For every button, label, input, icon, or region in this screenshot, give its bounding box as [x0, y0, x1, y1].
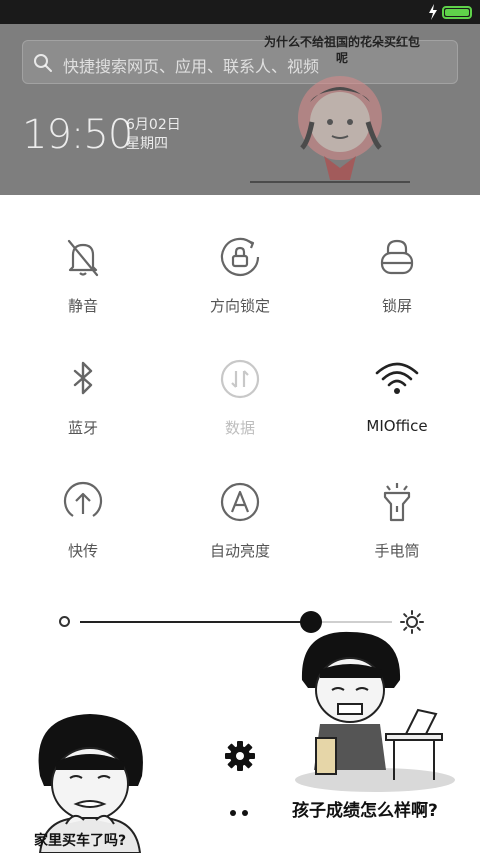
battery-icon — [442, 6, 472, 19]
bluetooth-icon — [73, 361, 93, 395]
lock-clock: 19:50 — [22, 112, 133, 158]
wifi-icon — [375, 362, 419, 394]
status-bar — [0, 0, 480, 24]
bell-off-icon — [67, 239, 99, 277]
meme-top-caption: 为什么不给祖国的花朵买红包呢 — [263, 35, 420, 65]
brightness-track[interactable] — [80, 611, 392, 633]
toggle-rotation-lock[interactable]: 方向锁定 — [180, 235, 300, 325]
page-dot[interactable] — [242, 810, 248, 816]
toggle-lock-screen[interactable]: 锁屏 — [337, 235, 457, 325]
lock-icon — [380, 239, 414, 275]
toggle-wifi-label: MIOffice — [366, 417, 428, 435]
meme-right-caption: 孩子成绩怎么样啊? — [292, 801, 438, 821]
lock-date: 6月02日 星期四 — [126, 116, 181, 154]
toggle-lock-screen-label: 锁屏 — [381, 297, 412, 315]
flashlight-icon — [383, 483, 411, 522]
search-icon — [34, 54, 52, 72]
brightness-track-fill — [80, 621, 311, 623]
toggle-mobile-data-label: 数据 — [224, 419, 255, 437]
bolt-icon — [429, 4, 437, 20]
page-indicator — [230, 810, 252, 818]
toggle-quick-transfer-label: 快传 — [67, 542, 98, 560]
toggle-auto-brightness[interactable]: 自动亮度 — [180, 480, 300, 570]
gear-icon[interactable] — [224, 740, 256, 772]
toggle-bluetooth-label: 蓝牙 — [67, 419, 98, 437]
meme-sticker-right — [295, 631, 455, 792]
rotation-lock-icon — [220, 237, 260, 277]
toggle-bluetooth[interactable]: 蓝牙 — [23, 357, 143, 447]
auto-brightness-icon — [220, 482, 260, 522]
toggle-quick-transfer[interactable]: 快传 — [23, 480, 143, 570]
quick-transfer-icon — [63, 481, 103, 517]
toggle-silent-label: 静音 — [67, 297, 98, 315]
toggle-wifi[interactable]: MIOffice — [337, 357, 457, 447]
lock-date-weekday: 星期四 — [126, 136, 168, 152]
toggle-silent[interactable]: 静音 — [23, 235, 143, 325]
meme-left-caption: 家里买车了吗? — [34, 833, 127, 849]
toggle-flashlight-label: 手电筒 — [374, 542, 420, 560]
battery-level — [445, 9, 469, 16]
brightness-low-icon — [59, 616, 70, 627]
toggle-auto-brightness-label: 自动亮度 — [209, 542, 270, 560]
mobile-data-icon — [220, 359, 260, 399]
toggle-rotation-lock-label: 方向锁定 — [209, 297, 270, 315]
toggle-flashlight[interactable]: 手电筒 — [337, 480, 457, 570]
lock-screen-overlay: 快捷搜索网页、应用、联系人、视频 为什么不给祖国的花朵买红包呢 19:50 6月… — [0, 24, 480, 195]
lock-date-day: 6月02日 — [126, 117, 181, 133]
toggle-mobile-data[interactable]: 数据 — [180, 357, 300, 447]
page-dot[interactable] — [230, 810, 236, 816]
